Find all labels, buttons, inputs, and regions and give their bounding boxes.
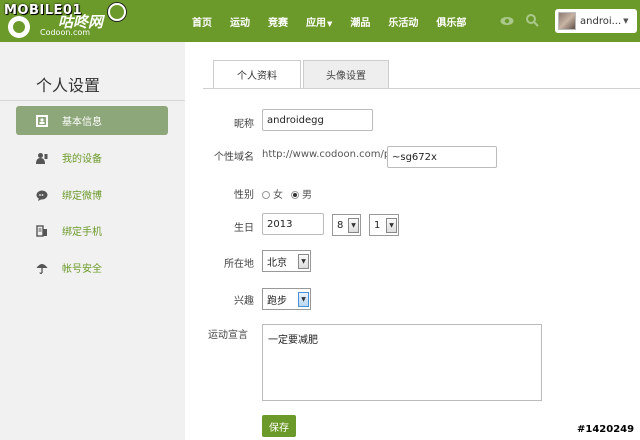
save-button[interactable]: 保存 [262,415,296,437]
sidebar-divider [0,100,185,101]
tab-strip-divider [203,88,640,89]
umbrella-icon [36,263,48,274]
top-navigation-bar: MOBILE01 咕咚网 Codoon.com 首页 运动 竞赛 应用▼ 潮品 … [0,0,640,42]
codoon-logo-icon [8,16,30,38]
motto-textarea[interactable]: 一定要减肥 [262,324,542,401]
nickname-input[interactable]: androidegg [262,109,373,131]
custom-domain-label: 个性域名 [214,152,254,163]
sidebar-item-label: 我的设备 [62,154,102,165]
brand-name-en: Codoon.com [40,28,91,37]
mobile01-mark-icon [108,3,126,21]
sidebar-item-label: 绑定手机 [62,227,102,238]
birth-month-select[interactable]: 8 ▼ [332,214,361,236]
sidebar-item-bind-phone[interactable]: 绑定手机 [16,216,168,245]
avatar [558,12,576,30]
chevron-down-icon: ▼ [386,218,397,233]
profile-settings-panel: 个人资料 头像设置 昵称 androidegg 个性域名 http://www.… [185,42,640,440]
custom-domain-input[interactable]: ~sg672x [387,146,497,168]
motto-label: 运动宣言 [208,330,248,341]
interest-label: 兴趣 [234,296,254,307]
tab-personal-info[interactable]: 个人资料 [213,60,301,89]
weibo-icon [36,190,48,201]
location-select[interactable]: 北京 ▼ [262,250,311,272]
codoon-logo[interactable]: MOBILE01 咕咚网 Codoon.com [0,0,175,42]
user-menu[interactable]: androi... ▼ [555,9,637,33]
gender-female-option[interactable]: 女 [262,186,283,201]
settings-sidebar: 个人设置 基本信息 我的设备 绑定微博 绑定手机 帐号安全 [0,42,185,440]
main-nav: 首页 运动 竞赛 应用▼ 潮品 乐活动 俱乐部 [192,0,484,42]
sidebar-item-label: 帐号安全 [62,264,102,275]
chevron-down-icon: ▼ [623,17,629,25]
nav-apps[interactable]: 应用▼ [306,14,332,29]
search-icon[interactable] [525,13,539,27]
radio-male[interactable] [291,191,299,199]
sidebar-item-label: 基本信息 [62,117,102,128]
sidebar-item-bind-weibo[interactable]: 绑定微博 [16,180,168,209]
watermark-id: #1420249 [577,424,635,435]
interest-select[interactable]: 跑步 ▼ [262,288,311,310]
user-device-icon [36,152,48,164]
birth-year-input[interactable]: 2013 [262,213,324,235]
eye-icon[interactable] [500,14,514,28]
sidebar-item-account-security[interactable]: 帐号安全 [16,253,168,282]
birth-day-select[interactable]: 1 ▼ [369,214,399,236]
sidebar-item-my-devices[interactable]: 我的设备 [16,143,168,172]
nav-home[interactable]: 首页 [192,14,212,29]
chevron-down-icon: ▼ [298,254,309,269]
gender-label: 性别 [234,190,254,201]
nav-products[interactable]: 潮品 [350,14,370,29]
nav-clubs[interactable]: 俱乐部 [436,14,466,29]
location-label: 所在地 [224,259,254,270]
nav-sport[interactable]: 运动 [230,14,250,29]
sidebar-item-basic-info[interactable]: 基本信息 [16,106,168,135]
nav-race[interactable]: 竞赛 [268,14,288,29]
nickname-label: 昵称 [234,119,254,130]
gender-male-option[interactable]: 男 [291,186,312,201]
birthday-label: 生日 [234,223,254,234]
phone-icon [36,224,47,237]
domain-prefix: http://www.codoon.com/p/ [262,149,394,160]
radio-female[interactable] [262,191,270,199]
user-name: androi... [580,15,622,27]
chevron-down-icon: ▼ [298,292,309,307]
sidebar-item-label: 绑定微博 [62,191,102,202]
nav-events[interactable]: 乐活动 [388,14,418,29]
chevron-down-icon: ▼ [327,19,333,28]
id-card-icon [36,114,48,127]
chevron-down-icon: ▼ [348,218,359,233]
sidebar-title: 个人设置 [36,76,101,95]
tab-avatar-settings[interactable]: 头像设置 [303,60,389,89]
